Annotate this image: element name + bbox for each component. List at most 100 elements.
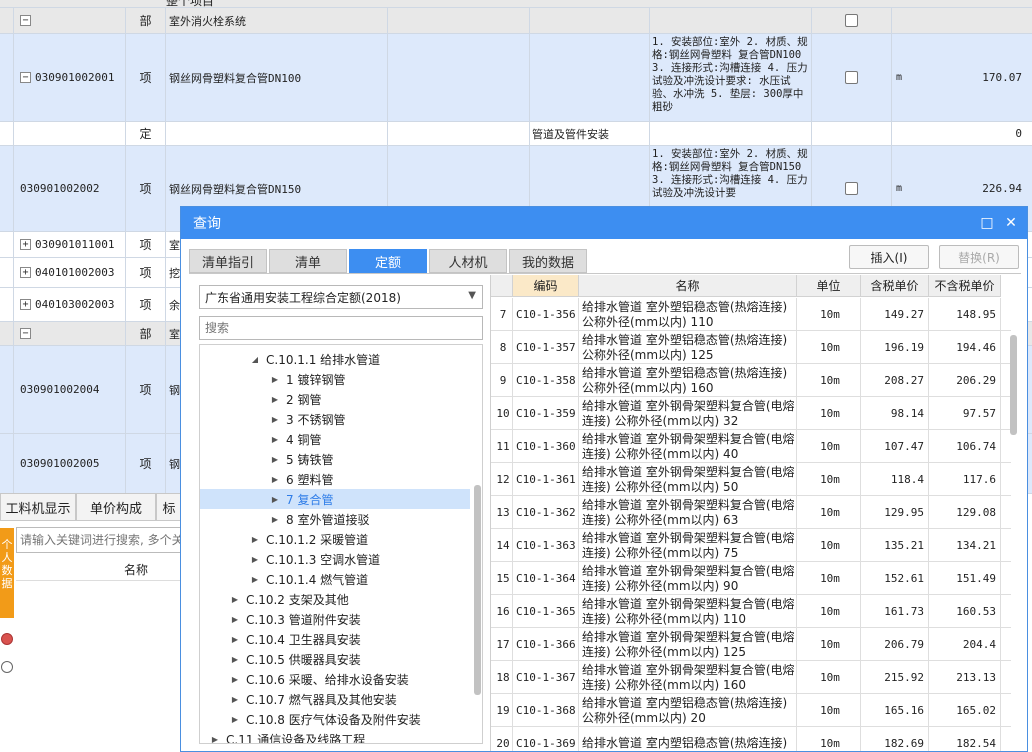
table-row[interactable]: 13 C10-1-362 给排水管道 室外钢骨架塑料复合管(电熔连接) 公称外径(m…	[491, 496, 1011, 529]
caret-right-icon[interactable]: ▶	[208, 735, 222, 744]
tree-node[interactable]: ▶ 4 铜管	[200, 429, 470, 449]
table-row[interactable]: 11 C10-1-360 给排水管道 室外钢骨架塑料复合管(电熔连接) 公称外径(m…	[491, 430, 1011, 463]
caret-right-icon[interactable]: ▶	[228, 695, 242, 704]
grid-name[interactable]	[166, 122, 388, 145]
tree-node[interactable]: ▶ 6 塑料管	[200, 469, 470, 489]
tab-list[interactable]: 清单	[269, 249, 347, 273]
caret-right-icon[interactable]: ▶	[228, 595, 242, 604]
grid-name[interactable]: 钢丝网骨塑料复合管DN100	[166, 34, 388, 121]
grid-code-cell[interactable]: +040103002003	[14, 288, 126, 321]
tab-labor-material-machine[interactable]: 人材机	[429, 249, 507, 273]
table-row[interactable]: 7 C10-1-356 给排水管道 室外塑铝稳态管(热熔连接) 公称外径(mm以内)…	[491, 298, 1011, 331]
tree-node[interactable]: ▶ 1 镀锌钢管	[200, 369, 470, 389]
col-header-name[interactable]: 名称	[579, 275, 797, 297]
table-row[interactable]: 10 C10-1-359 给排水管道 室外钢骨架塑料复合管(电熔连接) 公称外径(m…	[491, 397, 1011, 430]
checkbox[interactable]	[845, 14, 858, 27]
caret-right-icon[interactable]: ▶	[268, 475, 282, 484]
tab-list-guide[interactable]: 清单指引	[189, 249, 267, 273]
tree-scrollbar[interactable]	[474, 485, 481, 695]
expand-toggle-icon[interactable]: +	[20, 239, 31, 250]
expand-toggle-icon[interactable]: −	[20, 328, 31, 339]
grid-code-cell[interactable]: −	[14, 8, 126, 33]
col-header-unit[interactable]: 单位	[797, 275, 861, 297]
grid-code-cell[interactable]: 030901002002	[14, 146, 126, 231]
caret-right-icon[interactable]: ▶	[268, 375, 282, 384]
grid-row[interactable]: − 部室外消火栓系统	[0, 8, 1032, 34]
grid-code-cell[interactable]: −	[14, 322, 126, 345]
expand-toggle-icon[interactable]: +	[20, 267, 31, 278]
replace-button[interactable]: 替换(R)	[939, 245, 1019, 269]
keyword-search-input[interactable]	[16, 527, 182, 553]
tree-node[interactable]: ▶ C.10.3 管道附件安装	[200, 609, 470, 629]
caret-right-icon[interactable]: ▶	[268, 395, 282, 404]
table-row[interactable]: 14 C10-1-363 给排水管道 室外钢骨架塑料复合管(电熔连接) 公称外径(m…	[491, 529, 1011, 562]
grid-code-cell[interactable]: 030901002005	[14, 434, 126, 493]
caret-right-icon[interactable]: ▶	[228, 675, 242, 684]
tree-node[interactable]: ▶ C.10.8 医疗气体设备及附件安装	[200, 709, 470, 729]
caret-right-icon[interactable]: ▶	[228, 615, 242, 624]
table-row[interactable]: 9 C10-1-358 给排水管道 室外塑铝稳态管(热熔连接) 公称外径(mm以内)…	[491, 364, 1011, 397]
grid-row[interactable]: 定 管道及管件安装 0	[0, 122, 1032, 146]
warning-icon[interactable]	[1, 633, 13, 645]
col-header-price-tax[interactable]: 含税单价	[861, 275, 929, 297]
tree-node[interactable]: ▶ 7 复合管	[200, 489, 470, 509]
grid-code-cell[interactable]: −030901002001	[14, 34, 126, 121]
caret-right-icon[interactable]: ▶	[268, 415, 282, 424]
tab-quota[interactable]: 定额	[349, 249, 427, 273]
caret-right-icon[interactable]: ▶	[248, 575, 262, 584]
table-row[interactable]: 19 C10-1-368 给排水管道 室内塑铝稳态管(热熔连接) 公称外径(mm以内…	[491, 694, 1011, 727]
tab-my-data[interactable]: 我的数据	[509, 249, 587, 273]
caret-right-icon[interactable]: ▶	[268, 455, 282, 464]
tab-standard[interactable]: 标	[156, 493, 182, 521]
insert-button[interactable]: 插入(I)	[849, 245, 929, 269]
table-row[interactable]: 12 C10-1-361 给排水管道 室外钢骨架塑料复合管(电熔连接) 公称外径(m…	[491, 463, 1011, 496]
grid-code-cell[interactable]	[14, 122, 126, 145]
table-row[interactable]: 20 C10-1-369 给排水管道 室内塑铝稳态管(热熔连接) 10m 182.69 1…	[491, 727, 1011, 751]
caret-right-icon[interactable]: ▶	[268, 435, 282, 444]
grid-code-cell[interactable]: +030901011001	[14, 232, 126, 257]
caret-right-icon[interactable]: ▶	[228, 635, 242, 644]
tree-node[interactable]: ▶ C.10.6 采暖、给排水设备安装	[200, 669, 470, 689]
grid-name[interactable]: 室外消火栓系统	[166, 8, 388, 33]
table-row[interactable]: 18 C10-1-367 给排水管道 室外钢骨架塑料复合管(电熔连接) 公称外径(m…	[491, 661, 1011, 694]
tree-node[interactable]: ▶ C.10.1.4 燃气管道	[200, 569, 470, 589]
tab-unit-price[interactable]: 单价构成	[76, 493, 156, 521]
tree-node[interactable]: ◢ C.10.1.1 给排水管道	[200, 349, 470, 369]
close-icon[interactable]: ✕	[1003, 215, 1019, 231]
quota-library-select[interactable]: 广东省通用安装工程综合定额(2018) ▼	[199, 285, 483, 309]
caret-right-icon[interactable]: ▶	[248, 555, 262, 564]
personal-data-tab[interactable]: 个人数据	[0, 528, 14, 618]
checkbox[interactable]	[845, 182, 858, 195]
col-header-price-notax[interactable]: 不含税单价	[929, 275, 1001, 297]
checkbox[interactable]	[845, 71, 858, 84]
tree-node[interactable]: ▶ C.10.4 卫生器具安装	[200, 629, 470, 649]
tree-search-input[interactable]	[199, 316, 483, 340]
expand-toggle-icon[interactable]: −	[20, 72, 31, 83]
col-header-code[interactable]: 编码	[513, 275, 579, 297]
tree-node[interactable]: ▶ C.10.2 支架及其他	[200, 589, 470, 609]
globe-icon[interactable]	[1, 661, 13, 673]
table-row[interactable]: 15 C10-1-364 给排水管道 室外钢骨架塑料复合管(电熔连接) 公称外径(m…	[491, 562, 1011, 595]
tree-node[interactable]: ▶ 2 钢管	[200, 389, 470, 409]
caret-right-icon[interactable]: ▶	[268, 515, 282, 524]
tree-node[interactable]: ▶ C.11 通信设备及线路工程	[200, 729, 470, 744]
tree-node[interactable]: ▶ C.10.5 供暖器具安装	[200, 649, 470, 669]
grid-code-cell[interactable]: +040101002003	[14, 258, 126, 287]
expand-toggle-icon[interactable]: +	[20, 299, 31, 310]
tree-node[interactable]: ▶ 3 不锈钢管	[200, 409, 470, 429]
tree-node[interactable]: ▶ C.10.7 燃气器具及其他安装	[200, 689, 470, 709]
tree-node[interactable]: ▶ C.10.1.3 空调水管道	[200, 549, 470, 569]
expand-toggle-icon[interactable]: −	[20, 15, 31, 26]
table-row[interactable]: 16 C10-1-365 给排水管道 室外钢骨架塑料复合管(电熔连接) 公称外径(m…	[491, 595, 1011, 628]
tree-node[interactable]: ▶ 5 铸铁管	[200, 449, 470, 469]
caret-right-icon[interactable]: ▶	[228, 655, 242, 664]
table-row[interactable]: 8 C10-1-357 给排水管道 室外塑铝稳态管(热熔连接) 公称外径(mm以内)…	[491, 331, 1011, 364]
tree-node[interactable]: ▶ C.10.1.2 采暖管道	[200, 529, 470, 549]
grid-code-cell[interactable]: 030901002004	[14, 346, 126, 433]
caret-right-icon[interactable]: ▶	[268, 495, 282, 504]
caret-right-icon[interactable]: ▶	[228, 715, 242, 724]
table-scrollbar[interactable]	[1010, 335, 1017, 435]
table-row[interactable]: 17 C10-1-366 给排水管道 室外钢骨架塑料复合管(电熔连接) 公称外径(m…	[491, 628, 1011, 661]
tree-node[interactable]: ▶ 8 室外管道接驳	[200, 509, 470, 529]
grid-row[interactable]: −030901002001 项钢丝网骨塑料复合管DN100 1. 安装部位:室外 2…	[0, 34, 1032, 122]
